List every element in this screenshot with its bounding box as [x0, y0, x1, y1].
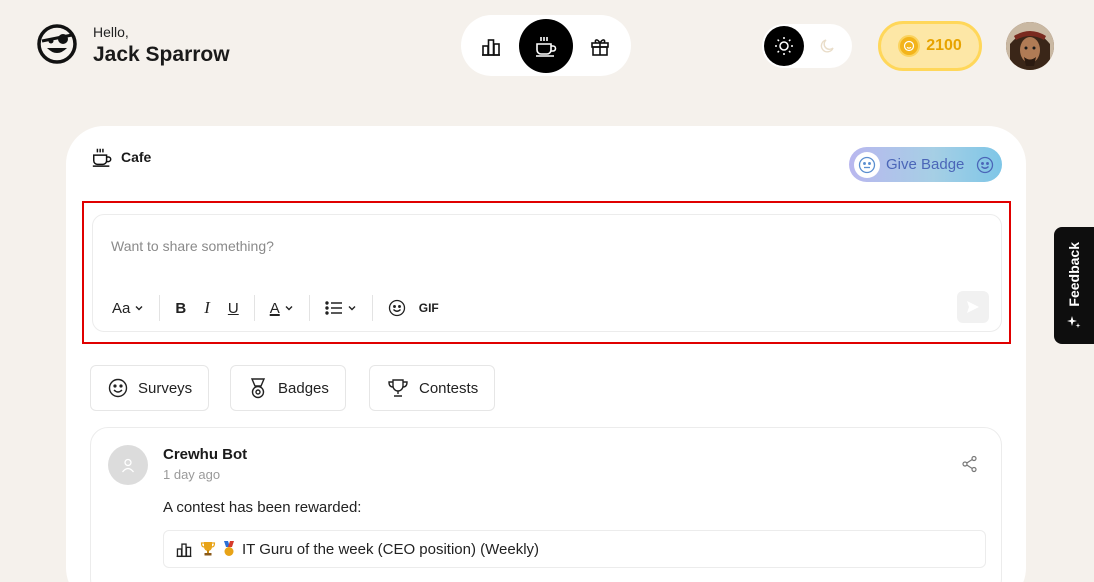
user-avatar[interactable] [1006, 22, 1054, 70]
nav-cafe[interactable] [519, 19, 573, 73]
contest-title: IT Guru of the week (CEO position) (Week… [242, 540, 540, 558]
post-timestamp: 1 day ago [163, 467, 221, 482]
trophy-icon [388, 379, 408, 397]
medal-emoji-icon [224, 541, 234, 556]
medal-icon [250, 378, 266, 399]
coffee-cup-icon [92, 148, 112, 167]
post-body: A contest has been rewarded: [163, 499, 362, 516]
user-icon [121, 458, 135, 473]
smiley-icon [976, 156, 994, 174]
feed-post: Crewhu Bot 1 day ago A contest has been … [90, 427, 1002, 582]
author-avatar[interactable] [108, 445, 148, 485]
smiley-logo-icon [37, 24, 77, 64]
smiley-icon [108, 378, 128, 398]
badges-label: Badges [278, 379, 329, 397]
feedback-label: Feedback [1066, 242, 1082, 307]
coin-balance[interactable]: 2100 [878, 21, 982, 71]
gift-icon [591, 39, 609, 56]
greeting-text: Hello, [93, 24, 129, 40]
light-mode-button[interactable] [764, 26, 804, 66]
app-logo[interactable] [37, 24, 77, 64]
contest-reward-item[interactable]: IT Guru of the week (CEO position) (Week… [163, 530, 986, 568]
dark-mode-button[interactable] [808, 26, 848, 66]
sparkle-icon [1067, 315, 1081, 328]
main-nav [461, 15, 631, 76]
contests-label: Contests [419, 379, 479, 397]
theme-toggle [762, 24, 852, 68]
composer-highlight-frame [82, 201, 1011, 344]
share-button[interactable] [961, 455, 979, 478]
sun-icon [775, 37, 793, 55]
moon-icon [820, 39, 834, 53]
leaderboard-icon [482, 39, 500, 56]
trophy-emoji-icon [200, 542, 216, 556]
share-icon [962, 455, 977, 473]
coin-count: 2100 [926, 37, 962, 54]
section-header: Cafe [91, 146, 151, 168]
profile-photo-icon [1006, 22, 1054, 70]
neutral-face-icon [854, 151, 880, 178]
coin-icon [898, 35, 921, 57]
surveys-button[interactable]: Surveys [90, 365, 210, 411]
feedback-tab[interactable]: Feedback [1054, 227, 1094, 344]
user-name: Jack Sparrow [93, 43, 230, 66]
post-author[interactable]: Crewhu Bot [163, 446, 247, 463]
coffee-cup-icon [536, 37, 557, 57]
nav-leaderboard[interactable] [464, 19, 518, 73]
contests-button[interactable]: Contests [369, 365, 496, 411]
give-badge-label: Give Badge [886, 156, 965, 173]
badges-button[interactable]: Badges [230, 365, 346, 411]
nav-rewards[interactable] [573, 19, 627, 73]
surveys-label: Surveys [138, 379, 193, 397]
section-title: Cafe [121, 149, 152, 165]
user-greeting: Hello, Jack Sparrow [93, 24, 230, 67]
leaderboard-icon [176, 543, 192, 558]
give-badge-button[interactable]: Give Badge [849, 147, 1002, 182]
